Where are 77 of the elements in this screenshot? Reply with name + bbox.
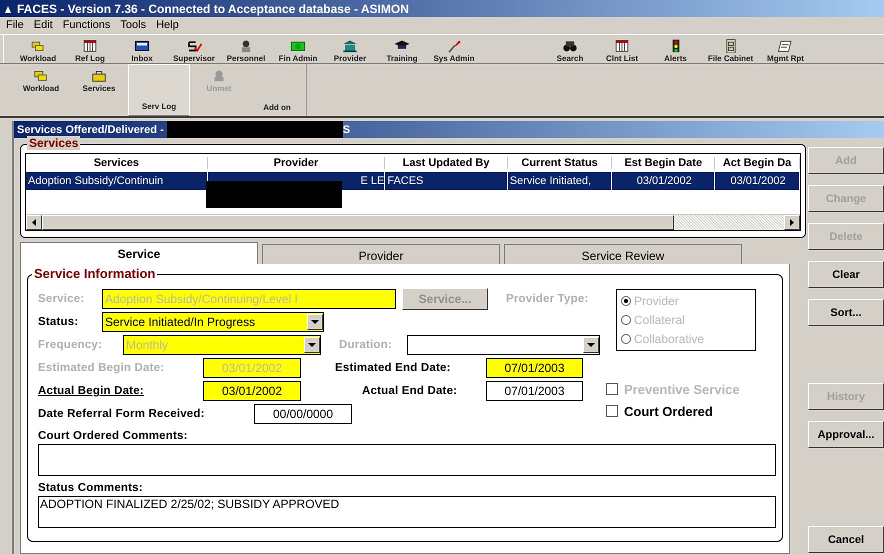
menu-item[interactable]: Edit [30, 18, 57, 30]
field-label: Estimated Begin Date: [38, 362, 166, 374]
toolbar-button[interactable]: Fin Admin [272, 35, 324, 63]
column-header[interactable]: Provider [208, 157, 386, 169]
toolbar-button[interactable]: Alerts [648, 35, 703, 63]
action-button[interactable]: Cancel [808, 526, 884, 553]
building-icon [341, 38, 359, 53]
scroll-left-button[interactable] [26, 215, 42, 230]
column-header[interactable]: Last Updated By [385, 157, 508, 169]
group-title: Service Information [32, 266, 158, 281]
column-header[interactable]: Current Status [508, 157, 612, 169]
menu-item[interactable]: File [2, 18, 28, 30]
toolbar-button[interactable]: Workload [12, 64, 70, 116]
checkbox[interactable] [606, 405, 618, 417]
tray-icon [133, 38, 151, 53]
right-arrow-icon [790, 219, 794, 226]
field-label: Court Ordered Comments: [38, 430, 189, 442]
field-label: Frequency: [38, 339, 103, 351]
grid-list-icon [613, 38, 631, 53]
list-row[interactable]: Adoption Subsidy/Continuin E LE FACES Service Initiated, 03/01/2002 03/01/2002 [26, 172, 800, 190]
document-title: S [342, 124, 350, 136]
act-begin-field[interactable]: 03/01/2002 [203, 381, 301, 401]
window-title: FACES - Version 7.36 - Connected to Acceptance database - ASIMON [17, 2, 409, 16]
group-title: Services [27, 136, 80, 150]
toolbar-button[interactable]: Ref Log [64, 35, 116, 63]
toolbar-button[interactable]: Training [376, 35, 428, 63]
toolbar-button[interactable]: Search [544, 35, 596, 63]
toolbar-button[interactable]: Provider [324, 35, 376, 63]
toolbar-button[interactable]: Clnt List [596, 35, 648, 63]
column-header[interactable]: Est Begin Date [612, 157, 716, 169]
table-cell: FACES [385, 172, 508, 190]
toolbar-button[interactable]: Sys Admin [428, 35, 480, 63]
document-title: Services Offered/Delivered - [17, 124, 165, 136]
menu-item[interactable]: Help [152, 18, 183, 30]
tab[interactable]: Service [20, 242, 258, 264]
field-label: Actual End Date: [362, 385, 458, 397]
comments-field[interactable] [38, 444, 776, 476]
grid-list-icon [81, 38, 99, 53]
toolbar-button[interactable]: Workload [12, 35, 64, 63]
field-label: Status Comments: [38, 482, 144, 494]
report-icon [776, 38, 794, 53]
referral-field[interactable]: 00/00/0000 [254, 404, 352, 424]
tab[interactable]: Provider [262, 244, 500, 264]
toolbar-button[interactable]: Supervisor [168, 35, 220, 63]
toolbar-button[interactable]: Services [70, 64, 128, 116]
toolbar-button[interactable]: Inbox [116, 35, 168, 63]
field-label: Service: [38, 293, 86, 305]
toolbar-button[interactable]: File Cabinet [703, 35, 758, 63]
tab[interactable]: Service Review [504, 244, 742, 264]
status-field[interactable]: Service Initiated/In Progress [102, 312, 324, 332]
action-button[interactable]: Clear [808, 261, 884, 288]
checkbox-option[interactable]: Court Ordered [606, 400, 776, 422]
toolbar-button[interactable]: Mgmt Rpt [758, 35, 813, 63]
field-label: Estimated End Date: [335, 362, 452, 374]
field-label: Provider Type: [506, 293, 588, 305]
menu-item[interactable]: Functions [58, 18, 114, 30]
toolbar-button[interactable]: Add on [248, 64, 306, 116]
est-end-field[interactable]: 07/01/2003 [486, 358, 583, 378]
action-button[interactable]: Sort... [808, 299, 884, 326]
field-label: Date Referral Form Received: [38, 408, 206, 420]
field-label: Status: [38, 316, 80, 328]
comments-field[interactable]: ADOPTION FINALIZED 2/25/02; SUBSIDY APPROVED [38, 496, 776, 528]
action-button[interactable]: Approval... [808, 421, 884, 448]
menu-item[interactable]: Tools [116, 18, 150, 30]
field-label: Actual Begin Date: [38, 385, 145, 397]
act-end-field[interactable]: 07/01/2003 [486, 381, 583, 401]
column-header[interactable]: Services [26, 157, 208, 169]
toolbar-button[interactable]: Personnel [220, 35, 272, 63]
field-label: Duration: [339, 339, 393, 351]
scroll-right-button[interactable] [784, 215, 800, 230]
table-cell: 03/01/2002 [715, 172, 800, 190]
table-cell: Service Initiated, [508, 172, 612, 190]
scroll-thumb[interactable] [42, 215, 674, 230]
toolbar-button[interactable]: Serv Log [128, 64, 190, 116]
column-header[interactable]: Act Begin Da [715, 157, 800, 169]
left-arrow-icon [32, 219, 36, 226]
table-cell: 03/01/2002 [612, 172, 716, 190]
